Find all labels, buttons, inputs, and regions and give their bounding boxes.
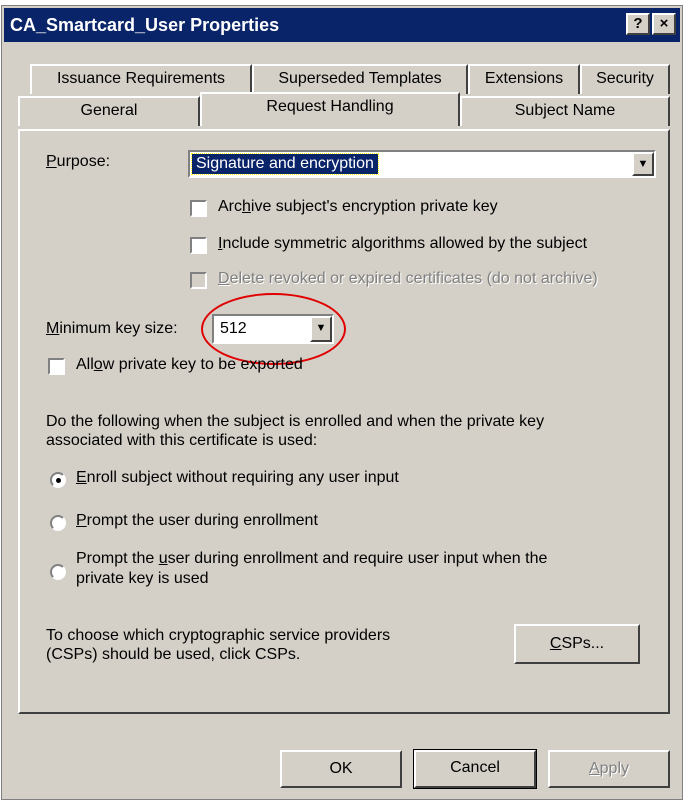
csp-text-line2: (CSPs) should be used, click CSPs. xyxy=(46,646,301,663)
enroll-no-input-radio[interactable] xyxy=(50,472,66,488)
ok-button[interactable]: OK xyxy=(280,750,402,788)
enroll-no-input-label: Enroll subject without requiring any use… xyxy=(76,469,399,486)
archive-key-checkbox[interactable] xyxy=(190,200,207,217)
csps-button[interactable]: CSPs... xyxy=(514,624,640,664)
apply-button[interactable]: Apply xyxy=(548,750,670,788)
tab-security[interactable]: Security xyxy=(580,64,670,94)
include-symmetric-checkbox[interactable] xyxy=(190,237,207,254)
csp-text-line1: To choose which cryptographic service pr… xyxy=(46,627,391,644)
annotation-circle xyxy=(201,293,346,365)
allow-export-checkbox[interactable] xyxy=(48,358,65,375)
prompt-require-input-label: Prompt the user during enrollment and re… xyxy=(76,550,548,567)
tab-superseded-templates[interactable]: Superseded Templates xyxy=(252,64,468,94)
key-size-label: Minimum key size: xyxy=(46,320,178,337)
prompt-require-input-radio[interactable] xyxy=(50,564,66,580)
tab-general[interactable]: General xyxy=(18,96,200,126)
radio-selected-dot xyxy=(56,478,61,483)
enroll-description-line2: associated with this certificate is used… xyxy=(46,432,318,449)
window-title: CA_Smartcard_User Properties xyxy=(10,15,280,35)
properties-dialog: CA_Smartcard_User Properties ? × Issuanc… xyxy=(1,5,683,800)
purpose-select[interactable]: Signature and encryption ▼ xyxy=(188,150,656,178)
cancel-button[interactable]: Cancel xyxy=(413,749,537,789)
purpose-label: Purpose: xyxy=(46,153,111,170)
prompt-during-enrollment-radio[interactable] xyxy=(50,515,66,531)
help-button[interactable]: ? xyxy=(626,13,650,35)
enroll-description-line1: Do the following when the subject is enr… xyxy=(46,413,545,430)
purpose-value: Signature and encryption xyxy=(191,153,379,175)
allow-export-label: Allow private key to be exported xyxy=(76,356,303,373)
delete-revoked-label: Delete revoked or expired certificates (… xyxy=(218,270,598,287)
tab-issuance-requirements[interactable]: Issuance Requirements xyxy=(30,64,252,94)
prompt-during-enrollment-label: Prompt the user during enrollment xyxy=(76,512,318,529)
tab-extensions[interactable]: Extensions xyxy=(468,64,580,94)
include-symmetric-label: Include symmetric algorithms allowed by … xyxy=(218,235,588,252)
prompt-require-input-label-line2: private key is used xyxy=(76,570,209,587)
chevron-down-icon[interactable]: ▼ xyxy=(632,152,654,176)
close-button[interactable]: × xyxy=(652,13,676,35)
delete-revoked-checkbox[interactable] xyxy=(190,272,207,289)
tab-subject-name[interactable]: Subject Name xyxy=(460,96,670,126)
tab-request-handling[interactable]: Request Handling xyxy=(200,92,460,126)
title-bar[interactable]: CA_Smartcard_User Properties ? × xyxy=(4,8,680,42)
archive-key-label: Archive subject's encryption private key xyxy=(218,198,498,215)
